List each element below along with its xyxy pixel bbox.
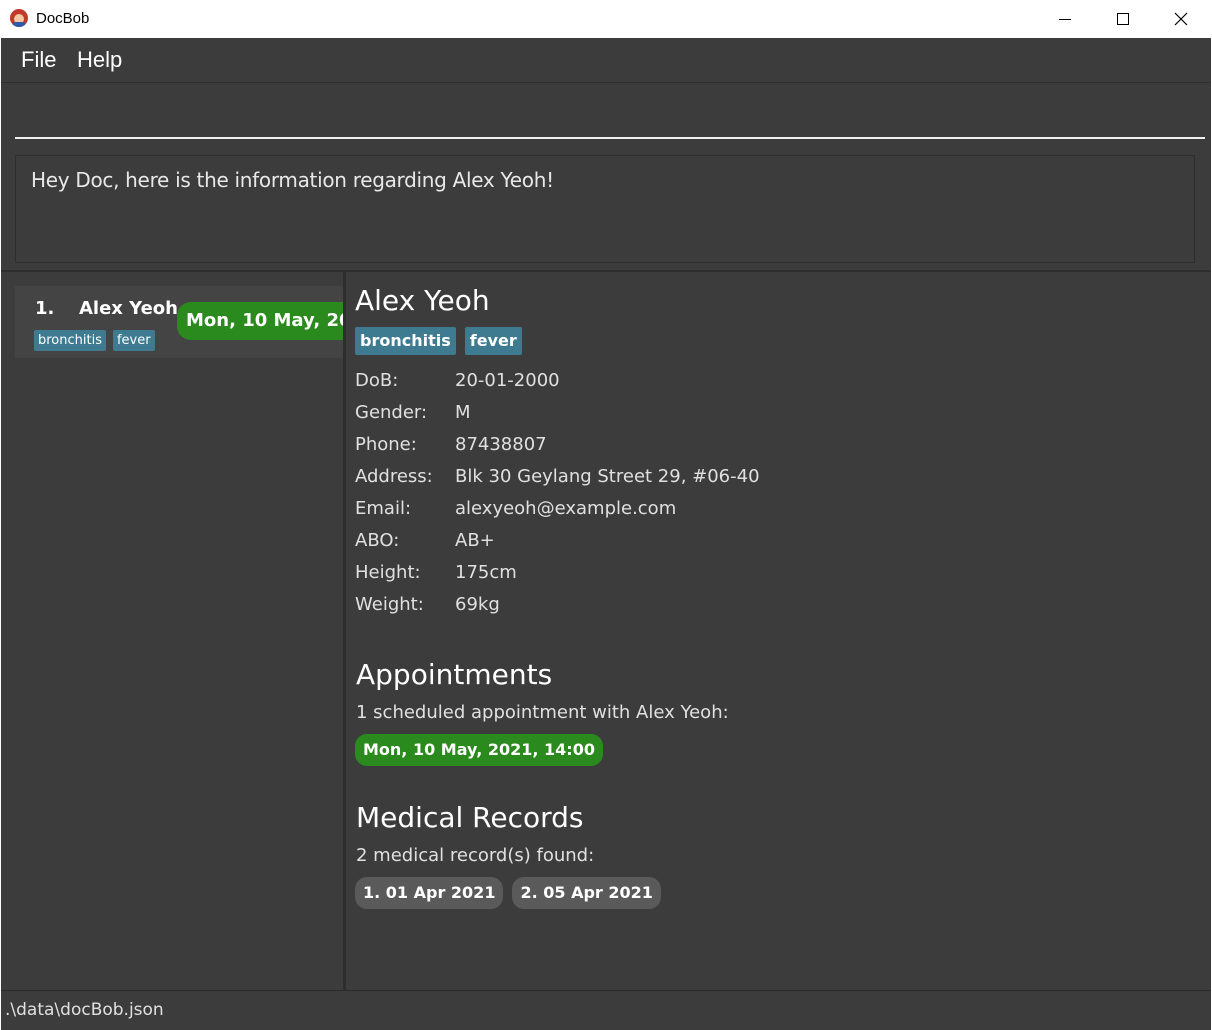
address-label: Address: — [355, 466, 433, 487]
medical-records-heading: Medical Records — [356, 801, 584, 834]
phone-value: 87438807 — [455, 434, 547, 455]
height-value: 175cm — [455, 562, 517, 583]
menu-help[interactable]: Help — [77, 47, 122, 73]
close-button[interactable] — [1152, 0, 1210, 38]
medical-record-chip[interactable]: 1. 01 Apr 2021 — [355, 877, 504, 909]
medical-records-list: 1. 01 Apr 2021 2. 05 Apr 2021 — [355, 877, 661, 909]
abo-value: AB+ — [455, 530, 495, 551]
patient-list-item[interactable]: 1. Alex Yeoh Mon, 10 May, 2021, 14:00 br… — [15, 286, 343, 358]
title-bar: DocBob — [0, 0, 1212, 38]
appointments-heading: Appointments — [356, 658, 553, 691]
app-window: File Help Hey Doc, here is the informati… — [1, 38, 1211, 1030]
dob-label: DoB: — [355, 370, 399, 391]
detail-patient-name: Alex Yeoh — [355, 284, 490, 317]
weight-value: 69kg — [455, 594, 500, 615]
patient-name: Alex Yeoh — [79, 298, 178, 319]
detail-tags: bronchitis fever — [355, 327, 522, 355]
maximize-icon — [1117, 13, 1129, 25]
email-label: Email: — [355, 498, 412, 519]
weight-label: Weight: — [355, 594, 424, 615]
email-value: alexyeoh@example.com — [455, 498, 677, 519]
patient-tags: bronchitis fever — [34, 330, 155, 351]
gender-label: Gender: — [355, 402, 428, 423]
close-icon — [1174, 12, 1188, 26]
address-value: Blk 30 Geylang Street 29, #06-40 — [455, 466, 760, 487]
detail-tag-fever: fever — [464, 327, 522, 355]
status-bar: .\data\docBob.json — [1, 990, 1211, 1030]
command-box — [1, 83, 1211, 149]
abo-label: ABO: — [355, 530, 400, 551]
result-message: Hey Doc, here is the information regardi… — [31, 168, 554, 192]
patient-detail-panel: Alex Yeoh bronchitis fever DoB: 20-01-20… — [346, 272, 1211, 990]
tag-fever: fever — [112, 330, 155, 351]
window-title: DocBob — [36, 10, 90, 27]
patient-appointment-badge: Mon, 10 May, 2021, 14:00 — [177, 302, 343, 340]
command-input[interactable] — [15, 95, 1205, 139]
gender-value: M — [455, 402, 471, 423]
result-display: Hey Doc, here is the information regardi… — [15, 155, 1195, 263]
appointment-chip: Mon, 10 May, 2021, 14:00 — [355, 734, 603, 766]
medical-records-summary: 2 medical record(s) found: — [356, 845, 595, 866]
detail-tag-bronchitis: bronchitis — [355, 327, 456, 355]
minimize-button[interactable] — [1036, 0, 1094, 38]
maximize-button[interactable] — [1094, 0, 1152, 38]
docbob-app-icon — [10, 9, 28, 27]
menu-bar: File Help — [1, 38, 1211, 83]
patient-list-panel[interactable]: 1. Alex Yeoh Mon, 10 May, 2021, 14:00 br… — [1, 272, 343, 990]
minimize-icon — [1059, 18, 1071, 20]
data-file-path: .\data\docBob.json — [5, 1000, 164, 1020]
phone-label: Phone: — [355, 434, 417, 455]
height-label: Height: — [355, 562, 421, 583]
appointments-summary: 1 scheduled appointment with Alex Yeoh: — [356, 702, 729, 723]
patient-index: 1. — [35, 298, 55, 319]
tag-bronchitis: bronchitis — [34, 330, 106, 351]
menu-file[interactable]: File — [21, 47, 56, 73]
medical-record-chip[interactable]: 2. 05 Apr 2021 — [512, 877, 661, 909]
dob-value: 20-01-2000 — [455, 370, 560, 391]
